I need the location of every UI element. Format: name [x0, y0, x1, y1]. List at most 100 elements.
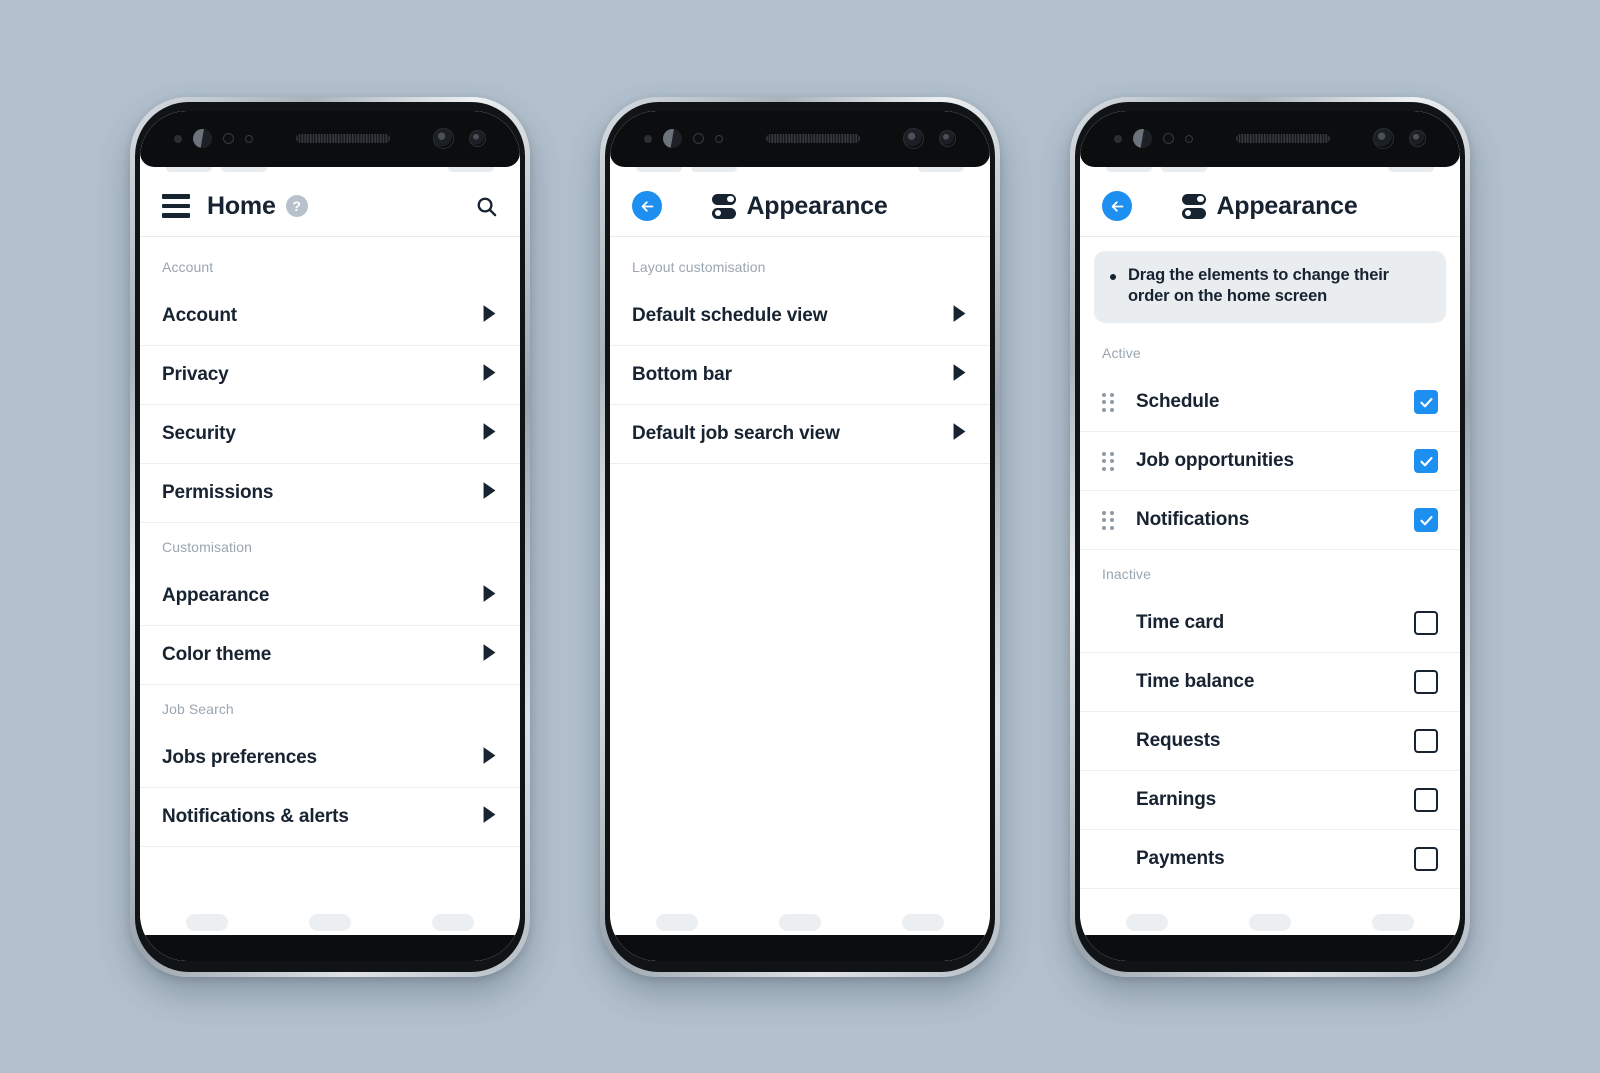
- settings-row-security[interactable]: Security: [140, 404, 520, 464]
- nav-recents-button[interactable]: [186, 914, 228, 931]
- front-camera-icon: [1373, 128, 1394, 149]
- row-label: Notifications & alerts: [162, 805, 349, 827]
- sensor-cluster-right: [433, 128, 486, 149]
- nav-recents-button[interactable]: [1126, 914, 1168, 931]
- chevron-right-icon: [951, 304, 968, 328]
- ir-sensor-small-icon: [245, 134, 253, 143]
- drag-handle-icon[interactable]: [1102, 392, 1115, 412]
- row-label: Time balance: [1136, 671, 1255, 693]
- checkbox-unchecked-icon[interactable]: [1414, 847, 1438, 872]
- chevron-right-icon: [481, 643, 498, 667]
- ir-sensor-small-icon: [715, 134, 723, 143]
- section-label-customisation: Customisation: [162, 538, 253, 555]
- earpiece-speaker-icon: [1236, 134, 1330, 143]
- phone-appearance-bottombar: Appearance Drag the elements to change t…: [1070, 96, 1470, 977]
- help-circle-icon[interactable]: ?: [285, 195, 308, 217]
- settings-row-privacy[interactable]: Privacy: [140, 345, 520, 405]
- settings-row-jobs-preferences[interactable]: Jobs preferences: [140, 728, 520, 788]
- nav-back-button[interactable]: [432, 914, 474, 931]
- checkbox-checked-icon[interactable]: [1414, 508, 1438, 533]
- section-label-account: Account: [162, 258, 214, 275]
- row-label: Default schedule view: [632, 304, 828, 326]
- checkbox-checked-icon[interactable]: [1414, 449, 1438, 474]
- ir-sensor-icon: [1163, 133, 1174, 144]
- toggles-icon: [1182, 193, 1207, 219]
- row-label: Requests: [1136, 730, 1221, 752]
- bottombar-item-requests[interactable]: Requests: [1080, 712, 1460, 772]
- header-title-group: Appearance: [632, 192, 968, 221]
- bottombar-item-job-opportunities[interactable]: Job opportunities: [1080, 432, 1460, 492]
- iris-scanner-icon: [1409, 130, 1426, 147]
- drag-handle-icon[interactable]: [1102, 510, 1115, 530]
- settings-row-color-theme[interactable]: Color theme: [140, 625, 520, 685]
- checkbox-checked-icon[interactable]: [1414, 390, 1438, 415]
- ambient-light-sensor-icon: [1133, 129, 1152, 148]
- section-label-job-search: Job Search: [162, 700, 234, 717]
- chevron-right-icon: [481, 363, 498, 387]
- chevron-right-icon: [481, 422, 498, 446]
- nav-back-button[interactable]: [902, 914, 944, 931]
- checkbox-unchecked-icon[interactable]: [1414, 670, 1438, 695]
- app-header: Appearance: [610, 176, 990, 237]
- page-title: Appearance: [746, 191, 888, 220]
- sensor-cluster-left: [1114, 129, 1193, 148]
- chevron-right-icon: [481, 746, 498, 770]
- bottombar-item-earnings[interactable]: Earnings: [1080, 771, 1460, 831]
- settings-row-notifications-alerts[interactable]: Notifications & alerts: [140, 787, 520, 847]
- nav-home-button[interactable]: [1249, 914, 1291, 931]
- info-banner: Drag the elements to change their order …: [1094, 250, 1446, 324]
- bottombar-item-schedule[interactable]: Schedule: [1080, 373, 1460, 433]
- settings-row-default-schedule-view[interactable]: Default schedule view: [610, 286, 990, 346]
- settings-row-account[interactable]: Account: [140, 286, 520, 346]
- earpiece-speaker-icon: [296, 134, 390, 143]
- nav-home-button[interactable]: [779, 914, 821, 931]
- sensor-cluster-right: [1373, 128, 1426, 149]
- phone-home-settings: Home ? Account Account Privacy Security …: [130, 96, 530, 977]
- earpiece-speaker-icon: [766, 134, 860, 143]
- bottombar-item-payments[interactable]: Payments: [1080, 830, 1460, 890]
- settings-row-permissions[interactable]: Permissions: [140, 463, 520, 523]
- phone-screen: Appearance Layout customisation Default …: [610, 110, 990, 961]
- section-label-active: Active: [1102, 345, 1141, 362]
- checkbox-unchecked-icon[interactable]: [1414, 788, 1438, 813]
- row-label: Job opportunities: [1136, 450, 1294, 472]
- app-header: Home ?: [140, 176, 520, 237]
- ir-sensor-icon: [223, 133, 234, 144]
- search-icon[interactable]: [475, 195, 498, 218]
- hamburger-icon[interactable]: [162, 194, 190, 218]
- proximity-sensor-icon: [644, 134, 652, 143]
- row-label: Payments: [1136, 848, 1225, 870]
- nav-back-button[interactable]: [1372, 914, 1414, 931]
- drag-handle-icon[interactable]: [1102, 451, 1115, 471]
- checkbox-unchecked-icon[interactable]: [1414, 611, 1438, 636]
- front-camera-icon: [903, 128, 924, 149]
- proximity-sensor-icon: [174, 134, 182, 143]
- chevron-right-icon: [481, 304, 498, 328]
- header-title-group: Appearance: [1102, 192, 1438, 221]
- checkbox-unchecked-icon[interactable]: [1414, 729, 1438, 754]
- toggles-icon: [712, 193, 737, 219]
- row-label: Bottom bar: [632, 363, 732, 385]
- bottombar-item-time-balance[interactable]: Time balance: [1080, 653, 1460, 713]
- phone-mockup-stage: Home ? Account Account Privacy Security …: [0, 0, 1600, 1073]
- proximity-sensor-icon: [1114, 134, 1122, 143]
- settings-row-default-job-search-view[interactable]: Default job search view: [610, 404, 990, 464]
- row-label: Color theme: [162, 643, 272, 665]
- row-label: Notifications: [1136, 509, 1250, 531]
- settings-row-bottom-bar[interactable]: Bottom bar: [610, 345, 990, 405]
- row-label: Jobs preferences: [162, 746, 317, 768]
- ir-sensor-icon: [693, 133, 704, 144]
- section-label-inactive: Inactive: [1102, 566, 1152, 583]
- phone-screen: Appearance Drag the elements to change t…: [1080, 110, 1460, 961]
- ambient-light-sensor-icon: [663, 129, 682, 148]
- bottombar-item-time-card[interactable]: Time card: [1080, 594, 1460, 654]
- row-label: Appearance: [162, 584, 270, 606]
- nav-recents-button[interactable]: [656, 914, 698, 931]
- chevron-right-icon: [951, 422, 968, 446]
- bottombar-item-notifications[interactable]: Notifications: [1080, 491, 1460, 551]
- nav-home-button[interactable]: [309, 914, 351, 931]
- row-label: Schedule: [1136, 391, 1220, 413]
- settings-row-appearance[interactable]: Appearance: [140, 566, 520, 626]
- iris-scanner-icon: [469, 130, 486, 147]
- phone-body: Home ? Account Account Privacy Security …: [135, 101, 525, 972]
